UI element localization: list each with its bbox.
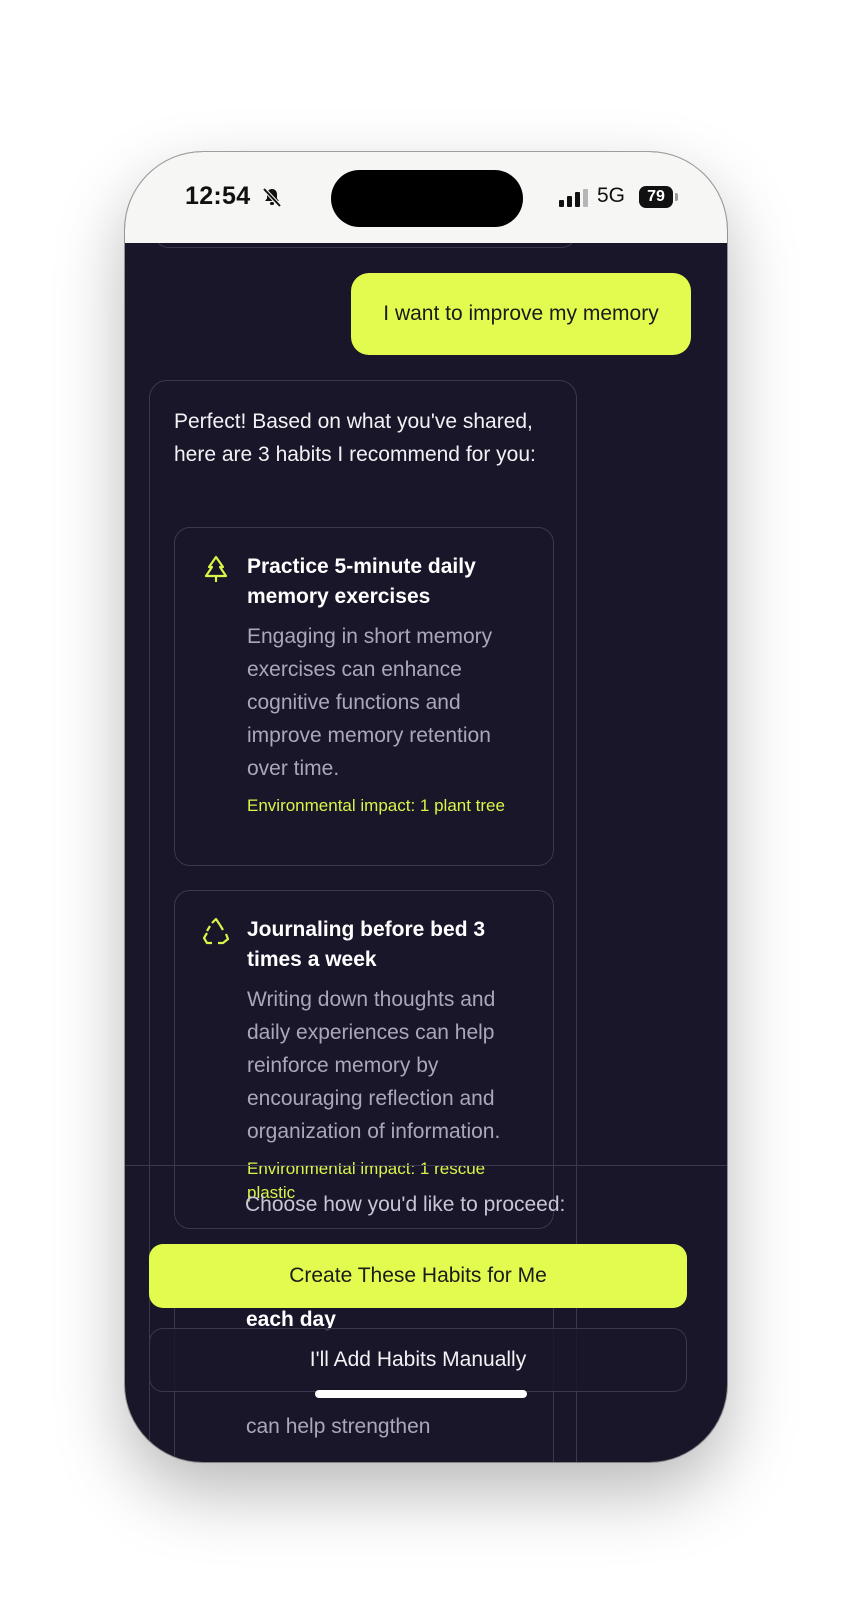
bell-slash-icon <box>262 187 282 208</box>
status-bar: 12:54 5G 79 <box>125 152 727 243</box>
action-panel: Choose how you'd like to proceed: Create… <box>125 1165 727 1462</box>
recycle-icon <box>202 917 230 945</box>
signal-icon <box>559 189 588 207</box>
status-time: 12:54 <box>185 182 251 210</box>
habit-description: Writing down thoughts and daily experien… <box>247 988 501 1143</box>
user-message-bubble: I want to improve my memory <box>351 273 691 355</box>
phone-screen: 12:54 5G 79 I want to improve my memory … <box>125 152 727 1462</box>
home-indicator[interactable] <box>315 1390 527 1398</box>
network-label: 5G <box>597 184 626 207</box>
add-manually-button[interactable]: I'll Add Habits Manually <box>149 1328 687 1392</box>
ai-intro-text: Perfect! Based on what you've shared, he… <box>174 410 536 466</box>
habit-title: Practice 5-minute daily memory exercises <box>247 555 476 608</box>
proceed-prompt: Choose how you'd like to proceed: <box>245 1193 566 1216</box>
create-habits-button[interactable]: Create These Habits for Me <box>149 1244 687 1308</box>
user-message-text: I want to improve my memory <box>383 302 659 325</box>
habit-card[interactable]: Practice 5-minute daily memory exercises… <box>174 527 554 866</box>
tree-icon <box>204 555 228 582</box>
habit-impact: Environmental impact: 1 plant tree <box>247 796 505 815</box>
battery-icon: 79 <box>639 186 673 208</box>
habit-title: Journaling before bed 3 times a week <box>247 918 486 971</box>
battery-tip <box>675 193 678 201</box>
habit-description: Engaging in short memory exercises can e… <box>247 625 493 780</box>
dynamic-island <box>331 170 523 227</box>
